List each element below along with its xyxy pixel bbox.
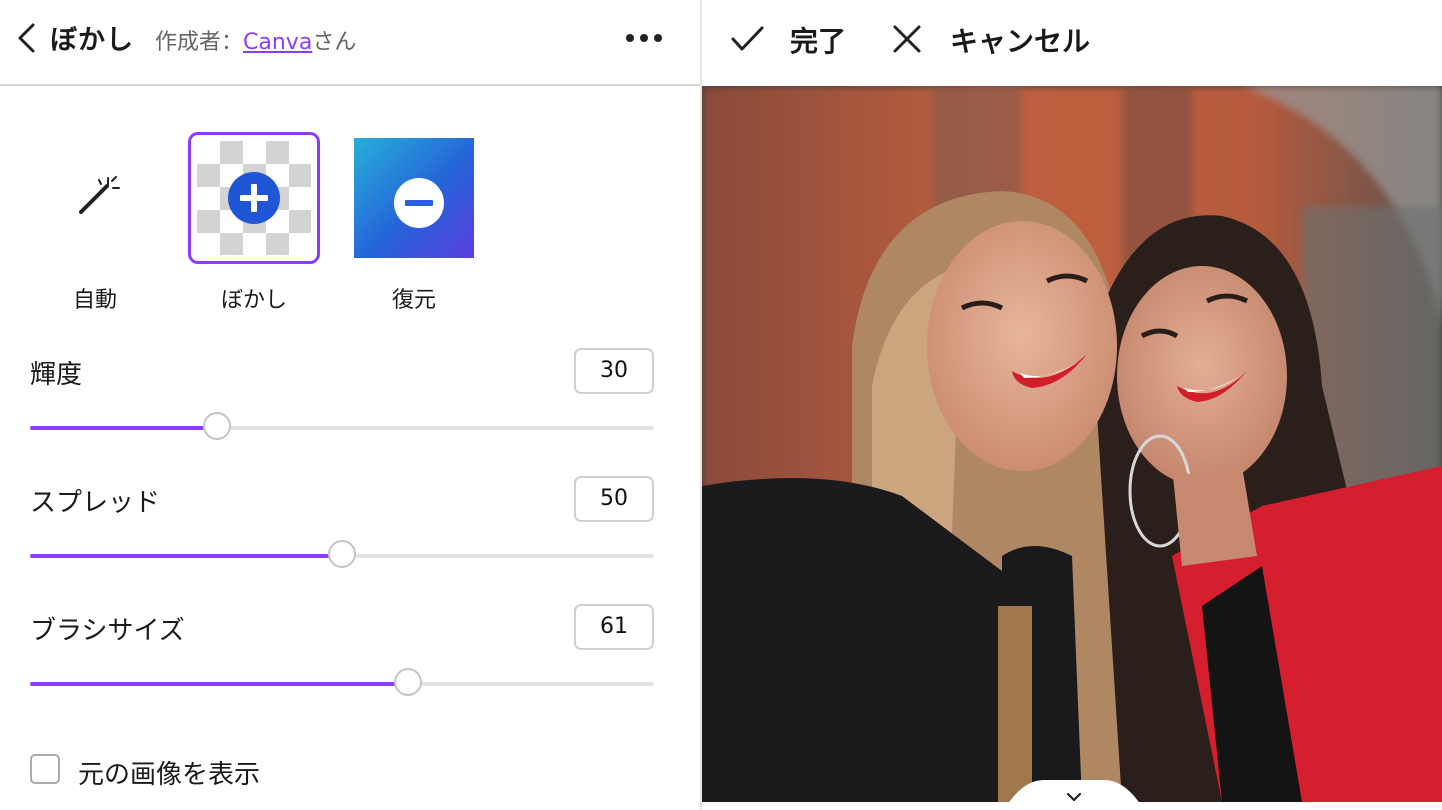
done-label: 完了 — [790, 25, 847, 58]
brush-size-label: ブラシサイズ — [30, 616, 185, 646]
photo-preview[interactable] — [702, 86, 1442, 802]
slider-brightness: 輝度 30 — [30, 348, 654, 448]
plus-circle-icon — [228, 172, 280, 224]
tool-auto-label: 自動 — [72, 288, 117, 313]
cancel-label: キャンセル — [950, 25, 1091, 58]
tool-restore-thumb — [348, 132, 480, 264]
brush-size-fill — [30, 682, 408, 686]
author-link[interactable]: Canva — [243, 30, 312, 55]
more-horizontal-icon[interactable] — [620, 28, 668, 48]
check-icon — [731, 26, 764, 51]
slider-spread: スプレッド 50 — [30, 476, 654, 576]
minus-circle-icon — [394, 178, 444, 228]
spread-label: スプレッド — [30, 488, 161, 518]
show-original-checkbox[interactable] — [30, 754, 60, 784]
author-suffix: さん — [312, 30, 357, 55]
tool-auto[interactable]: 自動 — [29, 132, 161, 314]
brush-size-input[interactable]: 61 — [574, 604, 654, 650]
tool-restore[interactable]: 復元 — [348, 132, 480, 314]
chevron-down-icon[interactable] — [1004, 778, 1144, 810]
restore-swatch — [354, 138, 474, 258]
panel-header: ぼかし 作成者：Canvaさん — [0, 0, 700, 86]
magic-wand-icon — [79, 176, 120, 214]
slider-brush-size: ブラシサイズ 61 — [30, 604, 654, 704]
chevron-left-icon[interactable] — [14, 22, 40, 54]
brush-size-handle[interactable] — [393, 668, 422, 696]
spread-handle[interactable] — [328, 540, 356, 568]
panel-title: ぼかし — [50, 25, 134, 56]
brightness-label: 輝度 — [30, 360, 83, 390]
effect-panel: ぼかし 作成者：Canvaさん 自動 ぼかし 復元 輝度 30 スプレッド 50… — [0, 0, 700, 810]
tool-blur-label: ぼかし — [220, 288, 287, 313]
tool-blur-thumb — [188, 132, 320, 264]
edit-toolbar: 完了 キャンセル — [702, 0, 1442, 84]
tool-auto-thumb — [29, 132, 161, 264]
brightness-fill — [30, 426, 218, 430]
spread-fill — [30, 554, 342, 558]
brush-size-track[interactable] — [30, 668, 654, 696]
spread-input[interactable]: 50 — [574, 476, 654, 522]
brightness-input[interactable]: 30 — [574, 348, 654, 394]
tool-blur[interactable]: ぼかし — [188, 132, 320, 314]
author-credit: 作成者：Canvaさん — [155, 24, 356, 56]
close-icon — [893, 25, 921, 53]
author-prefix: 作成者： — [155, 30, 244, 55]
brightness-track[interactable] — [30, 412, 654, 440]
photo-illustration — [702, 86, 1442, 802]
tool-restore-label: 復元 — [391, 288, 436, 313]
spread-track[interactable] — [30, 540, 654, 568]
brightness-handle[interactable] — [203, 412, 232, 440]
show-original-label: 元の画像を表示 — [78, 760, 261, 790]
